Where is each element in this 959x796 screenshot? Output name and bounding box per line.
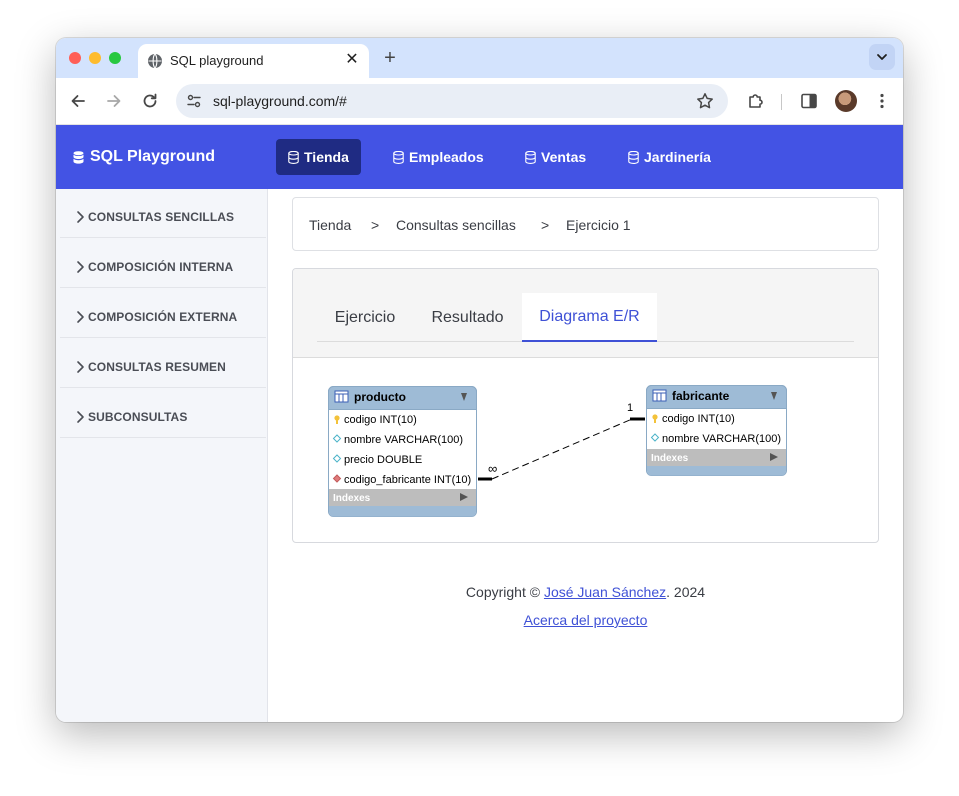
brand-title: SQL Playground bbox=[90, 148, 216, 165]
app-navbar: SQL Playground Tienda Empleados Ventas J… bbox=[56, 125, 903, 189]
er-table-fabricante[interactable]: fabricante codigo INT(10) nombre VARCHAR… bbox=[646, 385, 787, 476]
tab-strip: SQL playground ✕ + bbox=[56, 38, 903, 78]
footer-copyright: Copyright © José Juan Sánchez. 2024 bbox=[268, 584, 903, 600]
forward-icon[interactable] bbox=[104, 91, 124, 111]
column-row: codigo INT(10) bbox=[334, 414, 417, 426]
sidebar-item-label: SUBCONSULTAS bbox=[88, 409, 188, 424]
chevron-down-icon bbox=[877, 54, 887, 60]
nav-item-label: Empleados bbox=[409, 149, 484, 165]
database-icon bbox=[288, 150, 299, 164]
maximize-window-button[interactable] bbox=[109, 52, 121, 64]
svg-text:Indexes: Indexes bbox=[333, 493, 371, 504]
database-icon bbox=[393, 150, 404, 164]
back-icon[interactable] bbox=[68, 91, 88, 111]
browser-tab[interactable]: SQL playground ✕ bbox=[138, 44, 369, 78]
sidebar-item-label: COMPOSICIÓN EXTERNA bbox=[88, 309, 238, 324]
er-diagram: ∞ 1 producto codigo INT(10) nombre VARCH… bbox=[328, 385, 787, 517]
breadcrumb-item-tienda[interactable]: Tienda bbox=[309, 217, 351, 233]
relationship-line: ∞ 1 bbox=[478, 402, 645, 481]
breadcrumb-separator: > bbox=[541, 217, 550, 233]
breadcrumb-separator: > bbox=[371, 217, 380, 233]
table-name: fabricante bbox=[672, 389, 730, 403]
bookmark-star-icon[interactable] bbox=[696, 92, 714, 110]
side-panel-icon[interactable] bbox=[800, 92, 818, 110]
exercise-card: Ejercicio Resultado Diagrama E/R ∞ 1 pro… bbox=[292, 268, 879, 543]
breadcrumb-item-ejercicio: Ejercicio 1 bbox=[566, 217, 631, 233]
cardinality-many: ∞ bbox=[488, 461, 497, 476]
profile-avatar[interactable] bbox=[835, 90, 857, 112]
table-icon bbox=[652, 389, 667, 402]
copyright-prefix: Copyright © bbox=[465, 584, 544, 600]
browser-toolbar: sql-playground.com/# bbox=[56, 78, 903, 125]
column-row: codigo_fabricante INT(10) bbox=[332, 474, 471, 486]
url-text[interactable]: sql-playground.com/# bbox=[213, 93, 347, 109]
nav-item-jardineria[interactable]: Jardinería bbox=[616, 139, 723, 175]
site-settings-icon[interactable] bbox=[186, 93, 202, 109]
column-row: precio DOUBLE bbox=[332, 454, 422, 466]
sidebar-item-label: CONSULTAS SENCILLAS bbox=[88, 209, 235, 224]
column-row: nombre VARCHAR(100) bbox=[332, 434, 463, 446]
close-tab-icon[interactable]: ✕ bbox=[343, 51, 361, 69]
column-row: codigo INT(10) bbox=[652, 413, 735, 425]
svg-text:nombre VARCHAR(100): nombre VARCHAR(100) bbox=[344, 434, 463, 446]
er-table-producto[interactable]: producto codigo INT(10) nombre VARCHAR(1… bbox=[328, 386, 477, 517]
chevron-right-icon bbox=[77, 360, 84, 373]
about-project-link[interactable]: Acerca del proyecto bbox=[524, 612, 648, 628]
sidebar-item-label: COMPOSICIÓN INTERNA bbox=[88, 259, 234, 274]
minimize-window-button[interactable] bbox=[89, 52, 101, 64]
database-icon bbox=[628, 150, 639, 164]
table-icon bbox=[334, 390, 349, 403]
svg-text:precio DOUBLE: precio DOUBLE bbox=[344, 454, 422, 466]
author-link[interactable]: José Juan Sánchez bbox=[544, 584, 666, 600]
breadcrumb: Tienda > Consultas sencillas > Ejercicio… bbox=[292, 197, 879, 251]
nav-item-label: Ventas bbox=[541, 149, 587, 165]
chevron-right-icon bbox=[77, 260, 84, 273]
chevron-right-icon bbox=[77, 310, 84, 323]
column-row: nombre VARCHAR(100) bbox=[650, 433, 781, 445]
svg-text:Indexes: Indexes bbox=[651, 453, 689, 464]
sidebar-item-label: CONSULTAS RESUMEN bbox=[88, 359, 226, 374]
footer-about: Acerca del proyecto bbox=[268, 612, 903, 628]
svg-text:codigo INT(10): codigo INT(10) bbox=[344, 414, 417, 426]
tab-title: SQL playground bbox=[170, 53, 264, 68]
reload-icon[interactable] bbox=[140, 91, 160, 111]
svg-text:codigo_fabricante INT(10): codigo_fabricante INT(10) bbox=[344, 474, 471, 486]
chevron-right-icon bbox=[77, 210, 84, 223]
brand-link[interactable]: SQL Playground bbox=[73, 147, 215, 167]
sidebar-item-composicion-interna[interactable]: COMPOSICIÓN INTERNA bbox=[60, 246, 266, 288]
extensions-icon[interactable] bbox=[746, 91, 766, 111]
table-name: producto bbox=[354, 390, 406, 404]
cardinality-one: 1 bbox=[627, 402, 633, 414]
tab-search-button[interactable] bbox=[869, 44, 895, 70]
sidebar: CONSULTAS SENCILLAS COMPOSICIÓN INTERNA … bbox=[56, 189, 268, 722]
globe-icon bbox=[148, 53, 162, 69]
sidebar-item-consultas-sencillas[interactable]: CONSULTAS SENCILLAS bbox=[60, 196, 266, 238]
nav-item-empleados[interactable]: Empleados bbox=[381, 139, 496, 175]
database-icon bbox=[525, 150, 536, 164]
kebab-menu-icon[interactable] bbox=[872, 91, 892, 111]
close-window-button[interactable] bbox=[69, 52, 81, 64]
new-tab-button[interactable]: + bbox=[378, 47, 402, 71]
sidebar-item-consultas-resumen[interactable]: CONSULTAS RESUMEN bbox=[60, 346, 266, 388]
browser-window: SQL playground ✕ + sql-playground.com/# … bbox=[56, 38, 903, 722]
sidebar-item-subconsultas[interactable]: SUBCONSULTAS bbox=[60, 396, 266, 438]
svg-text:nombre VARCHAR(100): nombre VARCHAR(100) bbox=[662, 433, 781, 445]
database-icon bbox=[73, 150, 84, 164]
toolbar-divider bbox=[781, 94, 782, 110]
sidebar-item-composicion-externa[interactable]: COMPOSICIÓN EXTERNA bbox=[60, 296, 266, 338]
nav-item-label: Tienda bbox=[304, 149, 349, 165]
nav-item-ventas[interactable]: Ventas bbox=[513, 139, 598, 175]
chevron-right-icon bbox=[77, 410, 84, 423]
breadcrumb-item-consultas-sencillas[interactable]: Consultas sencillas bbox=[396, 217, 516, 233]
svg-text:codigo INT(10): codigo INT(10) bbox=[662, 413, 735, 425]
nav-item-tienda[interactable]: Tienda bbox=[276, 139, 361, 175]
nav-item-label: Jardinería bbox=[644, 149, 711, 165]
copyright-suffix: . 2024 bbox=[666, 584, 706, 600]
address-bar[interactable]: sql-playground.com/# bbox=[176, 84, 728, 118]
